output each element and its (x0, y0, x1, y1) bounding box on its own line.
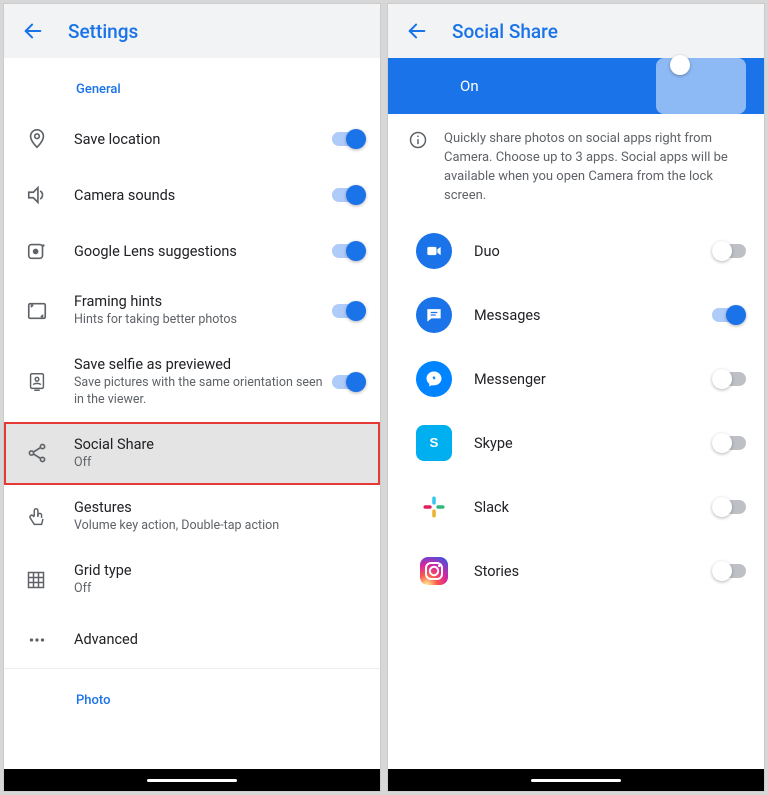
row-selfie[interactable]: Save selfie as previewed Save pictures w… (4, 342, 380, 422)
row-advanced[interactable]: Advanced (4, 612, 380, 668)
location-pin-icon (26, 128, 74, 150)
subtitle: Off (74, 581, 366, 597)
row-social-share[interactable]: Social Share Off (4, 422, 380, 485)
info-icon (408, 130, 428, 150)
label: Stories (474, 563, 712, 580)
row-gestures[interactable]: Gestures Volume key action, Double-tap a… (4, 485, 380, 548)
label: Google Lens suggestions (74, 243, 332, 260)
toggle-slack[interactable] (712, 500, 746, 514)
slack-icon (416, 489, 452, 525)
toggle-selfie[interactable] (332, 375, 366, 389)
toggle-messenger[interactable] (712, 372, 746, 386)
toggle-camera-sounds[interactable] (332, 188, 366, 202)
toggle-feature[interactable] (656, 58, 746, 114)
row-lens[interactable]: Google Lens suggestions (4, 223, 380, 279)
svg-text:S: S (430, 436, 439, 451)
skype-icon: S (416, 425, 452, 461)
instagram-icon (416, 553, 452, 589)
toggle-framing[interactable] (332, 304, 366, 318)
row-camera-sounds[interactable]: Camera sounds (4, 167, 380, 223)
toggle-skype[interactable] (712, 436, 746, 450)
toggle-lens[interactable] (332, 244, 366, 258)
label: Skype (474, 435, 712, 452)
page-title: Settings (68, 20, 138, 43)
feature-banner[interactable]: On (388, 58, 764, 114)
android-navbar (388, 769, 764, 791)
label: Gestures (74, 499, 366, 516)
toggle-save-location[interactable] (332, 132, 366, 146)
label: Grid type (74, 562, 366, 579)
toggle-stories[interactable] (712, 564, 746, 578)
subtitle: Off (74, 455, 366, 471)
volume-icon (26, 184, 74, 206)
home-pill[interactable] (531, 779, 621, 782)
label: Camera sounds (74, 187, 332, 204)
app-row-messenger[interactable]: Messenger (388, 347, 764, 411)
app-row-messages[interactable]: Messages (388, 283, 764, 347)
selfie-icon (26, 371, 74, 393)
app-row-skype[interactable]: S Skype (388, 411, 764, 475)
banner-state: On (460, 77, 479, 95)
label: Save location (74, 131, 332, 148)
info-row: Quickly share photos on social apps righ… (388, 114, 764, 219)
back-arrow-icon[interactable] (22, 20, 44, 42)
messenger-icon (416, 361, 452, 397)
app-row-duo[interactable]: Duo (388, 219, 764, 283)
settings-screen: Settings General Save location Camera so… (4, 4, 380, 791)
label: Advanced (74, 631, 366, 648)
section-photo: Photo (4, 669, 380, 722)
android-navbar (4, 769, 380, 791)
page-title: Social Share (452, 20, 558, 43)
app-row-slack[interactable]: Slack (388, 475, 764, 539)
row-framing[interactable]: Framing hints Hints for taking better ph… (4, 279, 380, 342)
back-arrow-icon[interactable] (406, 20, 428, 42)
app-row-stories[interactable]: Stories (388, 539, 764, 603)
appbar: Social Share (388, 4, 764, 58)
more-icon (26, 629, 74, 651)
gesture-icon (26, 506, 74, 528)
label: Framing hints (74, 293, 332, 310)
toggle-duo[interactable] (712, 244, 746, 258)
subtitle: Save pictures with the same orientation … (74, 375, 332, 408)
duo-icon (416, 233, 452, 269)
toggle-messages[interactable] (712, 308, 746, 322)
share-icon (26, 442, 74, 464)
label: Messages (474, 307, 712, 324)
label: Slack (474, 499, 712, 516)
social-share-screen: Social Share On Quickly share photos on … (388, 4, 764, 791)
row-save-location[interactable]: Save location (4, 111, 380, 167)
label: Social Share (74, 436, 366, 453)
framing-icon (26, 300, 74, 322)
subtitle: Hints for taking better photos (74, 312, 332, 328)
lens-icon (26, 240, 74, 262)
label: Save selfie as previewed (74, 356, 332, 373)
label: Messenger (474, 371, 712, 388)
row-grid[interactable]: Grid type Off (4, 548, 380, 611)
section-general: General (4, 58, 380, 111)
appbar: Settings (4, 4, 380, 58)
messages-icon (416, 297, 452, 333)
subtitle: Volume key action, Double-tap action (74, 518, 366, 534)
info-text: Quickly share photos on social apps righ… (444, 130, 744, 205)
grid-icon (26, 570, 74, 590)
label: Duo (474, 243, 712, 260)
home-pill[interactable] (147, 779, 237, 782)
